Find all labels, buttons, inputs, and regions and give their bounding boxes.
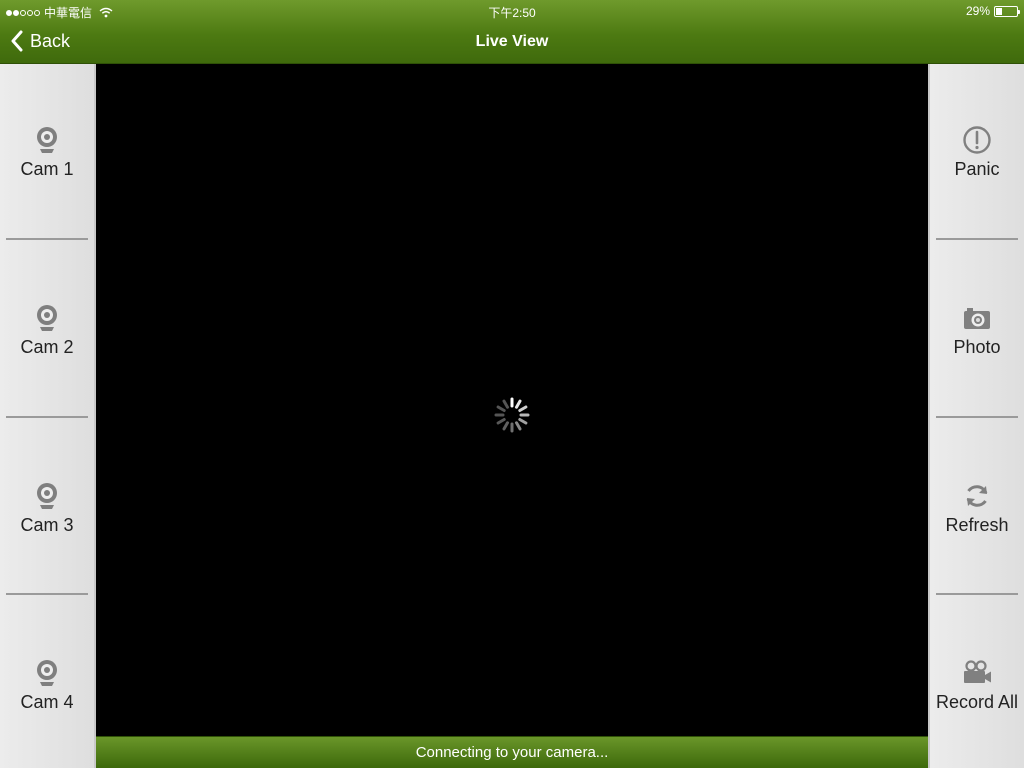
cam-4-button[interactable]: Cam 4 bbox=[0, 597, 94, 768]
battery-icon bbox=[994, 5, 1020, 17]
navigation-bar: Back Live View bbox=[0, 22, 1024, 64]
cam-label: Cam 1 bbox=[20, 158, 74, 179]
divider bbox=[6, 238, 88, 240]
loading-spinner-icon bbox=[494, 397, 530, 433]
cam-label: Cam 2 bbox=[20, 336, 74, 357]
panic-button[interactable]: Panic bbox=[930, 64, 1024, 240]
divider bbox=[936, 416, 1018, 418]
webcam-icon bbox=[37, 482, 57, 509]
camera-icon bbox=[964, 307, 990, 329]
webcam-icon bbox=[37, 126, 57, 153]
divider bbox=[6, 416, 88, 418]
cam-3-button[interactable]: Cam 3 bbox=[0, 420, 94, 596]
divider bbox=[936, 238, 1018, 240]
cam-label: Cam 4 bbox=[20, 691, 74, 712]
record-all-label: Record All bbox=[935, 691, 1019, 712]
record-all-button[interactable]: Record All bbox=[930, 597, 1024, 768]
action-panel: Panic Photo Refresh Record All bbox=[928, 64, 1024, 768]
photo-button[interactable]: Photo bbox=[930, 242, 1024, 418]
panic-label: Panic bbox=[954, 158, 1000, 179]
live-video-view[interactable] bbox=[96, 64, 928, 736]
page-title: Live View bbox=[475, 33, 549, 50]
divider bbox=[6, 593, 88, 595]
refresh-icon bbox=[966, 484, 988, 507]
refresh-button[interactable]: Refresh bbox=[930, 420, 1024, 596]
photo-label: Photo bbox=[953, 336, 1001, 357]
connection-status-bar: Connecting to your camera... bbox=[96, 736, 928, 768]
webcam-icon bbox=[37, 659, 57, 686]
cam-1-button[interactable]: Cam 1 bbox=[0, 64, 94, 240]
webcam-icon bbox=[37, 304, 57, 331]
battery-percent: 29% bbox=[965, 4, 990, 18]
cam-label: Cam 3 bbox=[20, 514, 74, 535]
status-bar: 中華電信 下午2:50 29% bbox=[0, 0, 1024, 22]
video-camera-icon bbox=[964, 659, 991, 683]
camera-list-panel: Cam 1 Cam 2 Cam 3 Cam 4 bbox=[0, 64, 96, 768]
connection-status-text: Connecting to your camera... bbox=[415, 744, 609, 761]
refresh-label: Refresh bbox=[945, 514, 1009, 535]
alert-icon bbox=[963, 125, 991, 154]
top-bar: 中華電信 下午2:50 29% Back Live View bbox=[0, 0, 1024, 64]
cam-2-button[interactable]: Cam 2 bbox=[0, 242, 94, 418]
status-time: 下午2:50 bbox=[488, 6, 536, 20]
divider bbox=[936, 593, 1018, 595]
